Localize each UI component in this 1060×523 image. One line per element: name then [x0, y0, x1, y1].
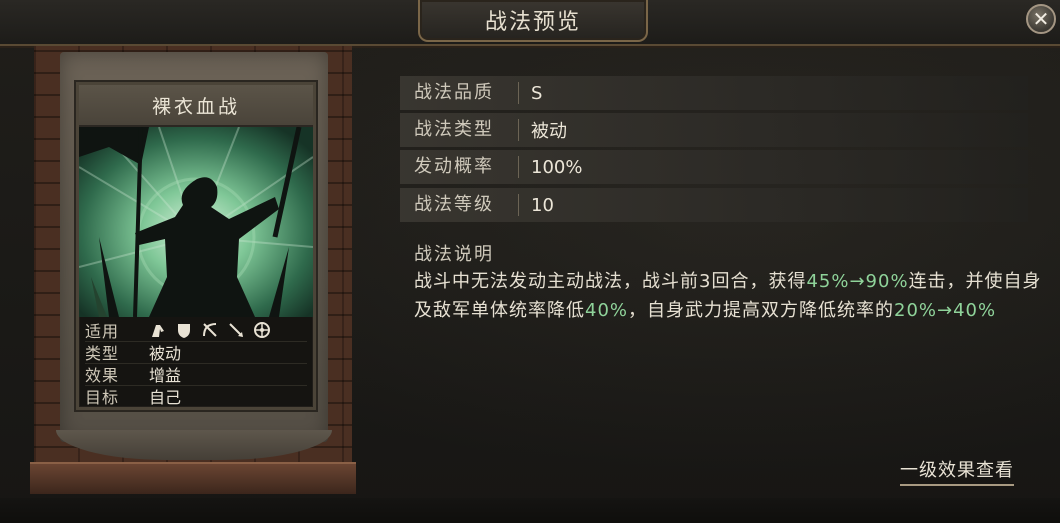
- attribute-row-type: 战法类型 被动: [400, 113, 1028, 147]
- pillar-base: [30, 462, 356, 494]
- warrior-illustration: [79, 127, 313, 317]
- close-icon: ✕: [1032, 7, 1050, 31]
- attribute-label: 战法类型: [400, 119, 519, 141]
- type-value: 被动: [149, 344, 182, 363]
- bow-icon: [203, 323, 217, 337]
- title-plate: 战法预览: [418, 0, 648, 42]
- level-one-effect-link[interactable]: 一级效果查看: [900, 456, 1014, 486]
- effect-row: 效果 增益: [85, 363, 307, 386]
- target-label: 目标: [85, 388, 120, 407]
- description-title: 战法说明: [414, 244, 494, 265]
- troop-row: 适用: [85, 319, 307, 342]
- effect-value: 增益: [149, 366, 182, 385]
- description-segment: ，自身武力提高双方降低统率的: [628, 300, 895, 321]
- description-highlight: 40%: [585, 300, 629, 321]
- description-segment: 回合，获得: [711, 271, 807, 292]
- card-name: 裸衣血战: [151, 95, 240, 118]
- description-text: 战斗中无法发动主动战法，战斗前3回合，获得45%→90%连击，并使自身及敌军单体…: [414, 267, 1044, 325]
- target-value: 自己: [149, 388, 182, 407]
- type-label: 类型: [85, 344, 120, 363]
- footer-strip: [0, 498, 1060, 523]
- close-button[interactable]: ✕: [1026, 4, 1056, 34]
- type-row: 类型 被动: [85, 341, 307, 364]
- attribute-row-probability: 发动概率 100%: [400, 150, 1028, 184]
- attribute-value: 100%: [531, 156, 583, 178]
- description-highlight: 45%→90%: [806, 271, 909, 292]
- wheel-icon: [254, 322, 270, 338]
- attribute-value: S: [531, 82, 543, 104]
- description-number: 3: [699, 271, 712, 292]
- attribute-label: 发动概率: [400, 156, 519, 178]
- description-highlight: 20%→40%: [894, 300, 997, 321]
- spear-icon: [229, 323, 243, 337]
- target-row: 目标 自己: [85, 385, 307, 407]
- cavalry-icon: [152, 325, 164, 337]
- tactic-card: 裸衣血战 适用 类型 被动 效果 增益 目标 自己: [76, 82, 316, 410]
- card-art: [79, 127, 313, 317]
- attribute-label: 战法品质: [400, 82, 519, 104]
- description-segment: 战斗中无法发动主动战法，战斗前: [414, 271, 699, 292]
- attribute-value: 10: [531, 194, 554, 216]
- troop-label: 适用: [85, 322, 120, 341]
- attribute-value: 被动: [531, 121, 567, 142]
- page-title: 战法预览: [484, 10, 581, 35]
- card-info: 适用 类型 被动 效果 增益 目标 自己: [79, 317, 313, 407]
- attribute-row-level: 战法等级 10: [400, 188, 1028, 222]
- shield-icon: [178, 324, 190, 338]
- effect-label: 效果: [85, 366, 120, 385]
- attribute-label: 战法等级: [400, 194, 519, 216]
- troop-icons: [149, 321, 271, 339]
- card-name-plate: 裸衣血战: [79, 85, 313, 127]
- attribute-row-quality: 战法品质 S: [400, 76, 1028, 110]
